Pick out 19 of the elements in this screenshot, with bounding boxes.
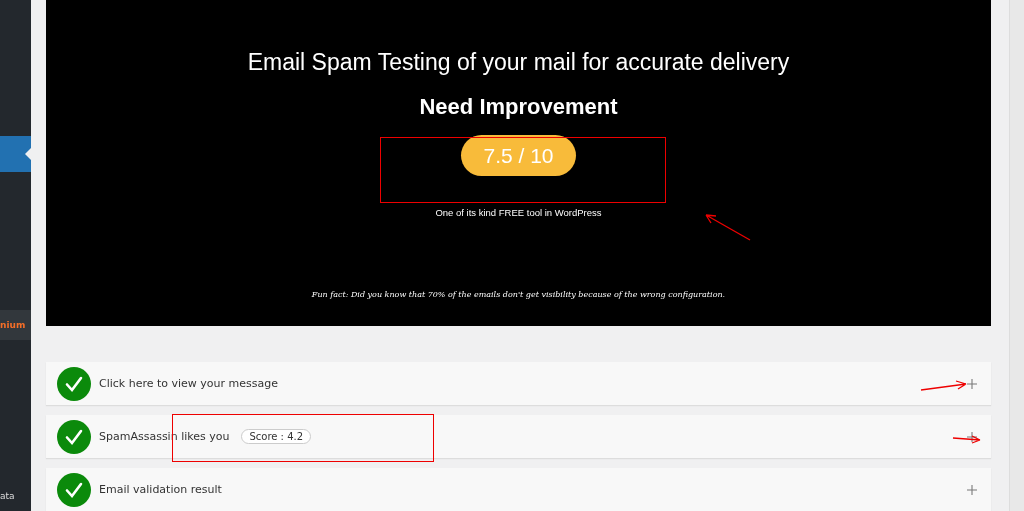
annotation-arrow [703,212,753,242]
annotation-arrow [952,434,982,444]
sidebar-item[interactable]: ata [0,484,31,508]
result-row[interactable]: Click here to view your message [46,362,991,405]
sidebar-item[interactable]: nium [0,310,31,340]
sidebar-item[interactable] [0,136,31,172]
score-pill: 7.5 / 10 [461,135,576,176]
verdict-text: Need Improvement [419,94,618,120]
fun-fact: Fun fact: Did you know that 70% of the emails don't get visibility because of the wrong configuration. [311,290,726,299]
expand-icon[interactable] [967,484,977,495]
expand-icon[interactable] [967,431,977,442]
row-label: Email validation result [99,483,222,496]
expand-icon[interactable] [967,378,977,389]
annotation-arrow [920,380,968,392]
result-row[interactable]: Email validation result [46,468,991,511]
row-label: Click here to view your message [99,377,279,390]
score-badge: Score : 4.2 [241,429,312,444]
tagline: One of its kind FREE tool in WordPress [435,207,602,218]
hero-title: Email Spam Testing of your mail for accurate delivery [247,49,790,76]
